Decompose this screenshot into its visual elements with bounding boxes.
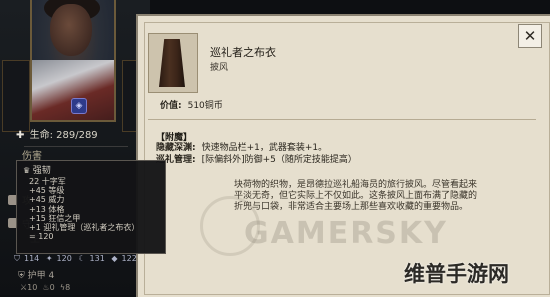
section-divider	[148, 119, 536, 120]
deflection-value: 114	[24, 254, 40, 263]
resist-value-1: 10	[27, 283, 38, 292]
stat-breakdown-tooltip: ♛ 强韧 22 十字军 +45 等级 +45 威力 +13 体格 +15 狂信之…	[16, 160, 166, 254]
tooltip-title: 强韧	[32, 166, 51, 176]
item-name: 巡礼者之布衣	[210, 46, 276, 59]
value-amount: 510铜币	[187, 101, 223, 111]
enchant-key: 隐藏深渊:	[156, 143, 196, 153]
site-watermark: 维普手游网	[404, 262, 509, 286]
tooltip-line: +1 迎礼管理（巡礼者之布衣）	[29, 223, 140, 233]
reflex-value: 131	[89, 254, 105, 263]
tooltip-line: 22 十字军	[29, 177, 66, 186]
enchant-value: [际偏斜外]防御+5（随所定技能提高）	[201, 155, 357, 165]
fortitude-icon: ✦	[45, 254, 53, 263]
enchantment-row: 巡礼管理: [际偏斜外]防御+5（随所定技能提高）	[156, 154, 357, 166]
armor-icon: ⛨	[18, 271, 25, 281]
health-cross-icon: ✚	[16, 130, 25, 141]
tooltip-lines: 22 十字军 +45 等级 +45 威力 +13 体格 +15 狂信之甲 +1 …	[29, 177, 139, 241]
reflex-icon: ☾	[78, 254, 86, 263]
defense-stat-bar: ⛉ 114 ✦ 120 ☾ 131 ◆ 122	[14, 254, 144, 268]
will-icon: ◆	[111, 254, 118, 263]
tooltip-line: +13 体格	[29, 204, 65, 214]
resist-value-2: 0	[49, 283, 55, 292]
tooltip-line: = 120	[29, 232, 54, 242]
resist-row: ⚔10 ♨0 ϟ8	[20, 283, 70, 292]
hp-text: 生命: 289/289	[29, 130, 98, 141]
deflection-icon: ⛉	[14, 254, 20, 263]
tooltip-header: ♛ 强韧	[23, 163, 51, 176]
enchantment-list: 隐藏深渊: 快速物品栏+1，武器套装+1。 巡礼管理: [际偏斜外]防御+5（随所定…	[156, 142, 357, 166]
tooltip-line: +15 狂信之甲	[29, 213, 81, 223]
fire-icon: ♨	[42, 283, 50, 292]
gamersky-watermark: GAMERSKY	[244, 216, 448, 251]
enchant-value: 快速物品栏+1，武器套装+1。	[201, 143, 328, 153]
item-value: 价值: 510铜币	[160, 98, 223, 111]
armor-label: 护甲	[27, 271, 46, 281]
value-label: 价值:	[160, 101, 182, 111]
will-value: 122	[121, 254, 137, 263]
item-type: 披风	[210, 63, 229, 73]
close-button[interactable]: ✕	[518, 24, 542, 48]
fortitude-value: 120	[56, 254, 72, 263]
enchantment-row: 隐藏深渊: 快速物品栏+1，武器套装+1。	[156, 142, 357, 154]
panel-ornament-left	[2, 60, 30, 132]
tooltip-line: +45 威力	[29, 195, 65, 205]
item-detail-window: ✕ 巡礼者之布衣 披风 价值: 510铜币 【附魔】 隐藏深渊: 快速物品栏+1，武…	[136, 14, 550, 297]
item-description: 块荷物的织物，是昂德拉巡礼船海员的旅行披风。尽管看起来平淡无奇，但它实际上不仅如…	[234, 180, 478, 212]
armor-row: ⛨ 护甲 4	[18, 268, 54, 281]
skill-orb-icon[interactable]: ◈	[71, 98, 87, 114]
crown-icon: ♛	[23, 166, 31, 175]
resist-value-3: 8	[65, 283, 71, 292]
armor-value: 4	[48, 271, 55, 281]
hp-readout: ✚ 生命: 289/289	[16, 126, 98, 141]
